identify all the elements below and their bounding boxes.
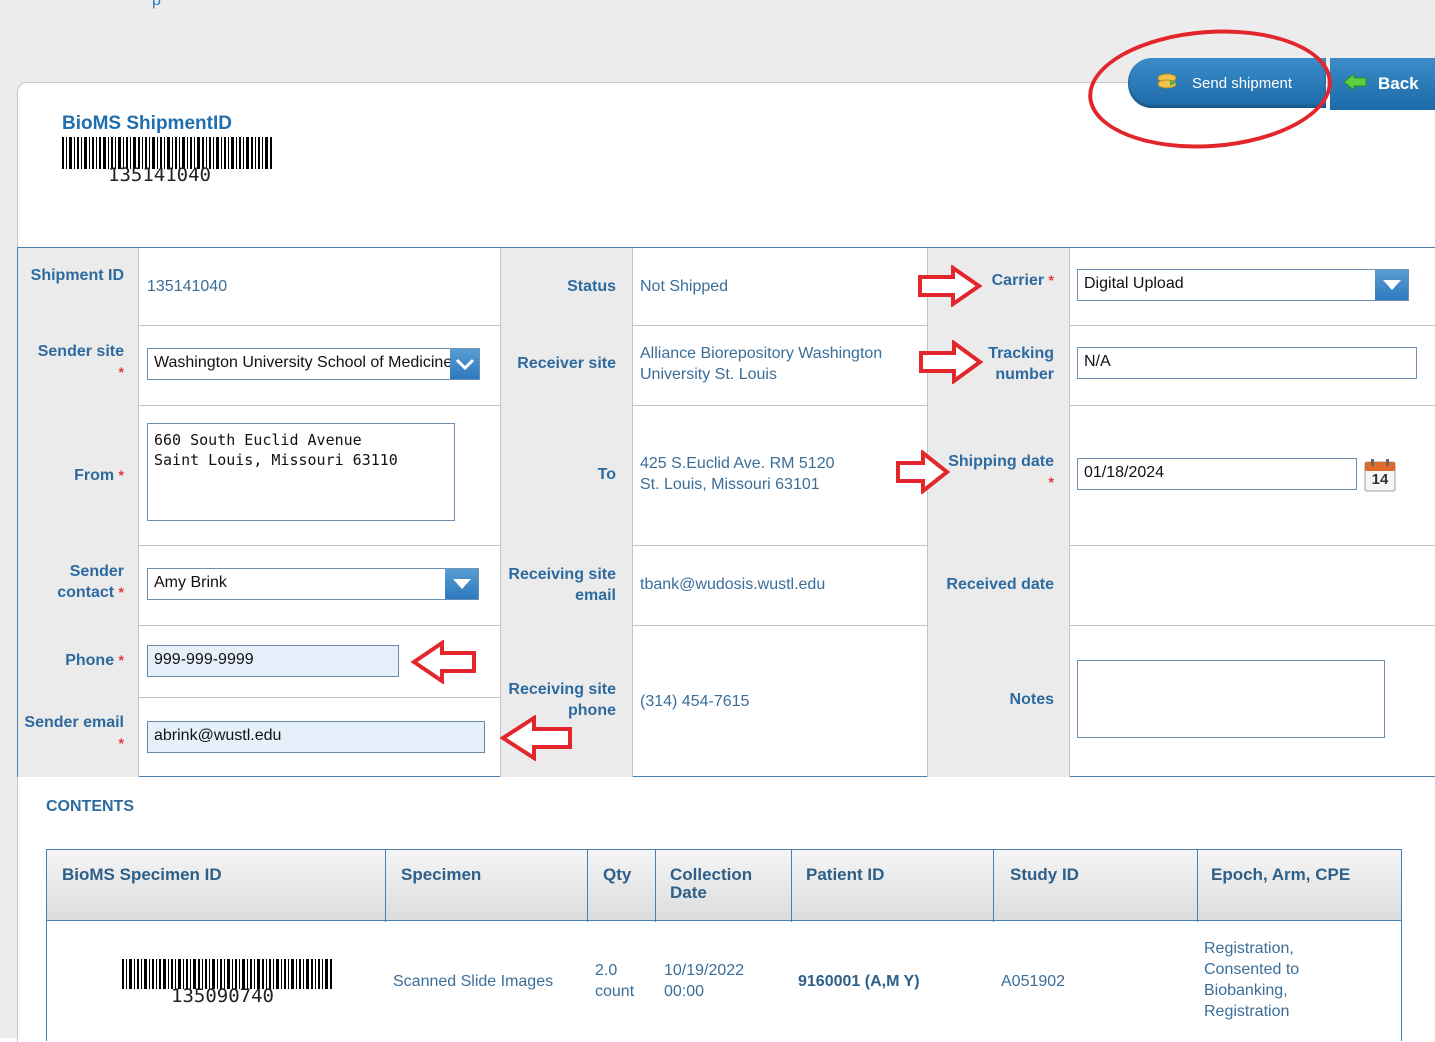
column-separator <box>791 850 792 922</box>
receiving-site-email-value: tbank@wudosis.wustl.edu <box>640 576 826 593</box>
shipment-barcode-number: 135141040 <box>108 164 211 186</box>
chevron-down-icon[interactable] <box>1375 270 1408 300</box>
table-row: 135090740 Scanned Slide Images 2.0 count … <box>46 921 1402 1041</box>
annotation-arrow-right-icon <box>919 340 984 384</box>
annotation-arrow-right-icon <box>896 450 951 494</box>
back-button[interactable]: Back <box>1330 58 1435 110</box>
grid-line <box>632 405 927 406</box>
grid-line <box>138 625 500 626</box>
grid-line <box>632 545 927 546</box>
sender-contact-label: Sender contact * <box>57 563 124 601</box>
column-separator <box>587 850 588 922</box>
to-address-value: 425 S.Euclid Ave. RM 5120 St. Louis, Miss… <box>640 455 835 493</box>
grid-line <box>138 325 500 326</box>
to-label: To <box>597 466 616 483</box>
column-header[interactable]: Epoch, Arm, CPE <box>1211 866 1350 884</box>
specimen-cell[interactable]: Scanned Slide Images <box>393 971 553 992</box>
annotation-arrow-left-icon <box>499 715 572 761</box>
from-address-textarea[interactable]: 660 South Euclid Avenue Saint Louis, Mis… <box>147 423 455 521</box>
sender-contact-select[interactable]: Amy Brink <box>147 568 479 600</box>
top-text: p <box>152 0 161 9</box>
column-separator <box>385 850 386 922</box>
shipping-date-input[interactable]: 01/18/2024 <box>1077 458 1357 490</box>
calendar-day: 14 <box>1371 471 1389 488</box>
receiver-site-value: Alliance Biorepository Washington Univer… <box>640 345 883 383</box>
column-separator <box>993 850 994 922</box>
shipment-id-value: 135141040 <box>147 278 228 295</box>
grid-line <box>138 697 500 698</box>
notes-textarea[interactable] <box>1077 660 1385 738</box>
grid-line <box>138 405 500 406</box>
notes-label: Notes <box>1009 691 1054 708</box>
grid-line <box>1069 405 1435 406</box>
grid-line <box>500 248 501 777</box>
grid-line <box>1069 625 1435 626</box>
tracking-number-input[interactable]: N/A <box>1077 347 1417 379</box>
column-header[interactable]: Collection Date <box>670 866 770 902</box>
carrier-select[interactable]: Digital Upload <box>1077 269 1409 301</box>
status-value: Not Shipped <box>640 278 729 295</box>
receiving-site-phone-value: (314) 454-7615 <box>640 693 750 710</box>
column-header[interactable]: Specimen <box>401 866 481 884</box>
qty-cell: 2.0 count <box>595 962 635 1000</box>
specimen-barcode-number: 135090740 <box>171 985 274 1007</box>
receiving-site-email-label: Receiving site email <box>508 566 616 604</box>
grid-line <box>1069 248 1070 777</box>
patient-id-cell[interactable]: 9160001 (A,M Y) <box>798 971 920 992</box>
annotation-arrow-right-icon <box>918 265 983 307</box>
grid-line <box>138 545 500 546</box>
chevron-down-icon[interactable] <box>445 569 478 599</box>
column-header[interactable]: Qty <box>603 866 631 884</box>
phone-label: Phone * <box>65 652 124 669</box>
grid-line <box>1069 545 1435 546</box>
sender-email-input[interactable]: abrink@wustl.edu <box>147 721 485 753</box>
receiver-site-label: Receiver site <box>517 355 616 372</box>
annotation-arrow-left-icon <box>410 640 476 684</box>
sender-site-label: Sender site * <box>37 343 124 380</box>
shipment-id-title: BioMS ShipmentID <box>62 113 232 134</box>
back-label: Back <box>1378 74 1419 93</box>
collection-date-cell: 10/19/2022 00:00 <box>664 962 745 1000</box>
shipment-id-label: Shipment ID <box>30 267 124 284</box>
received-date-label: Received date <box>946 576 1054 593</box>
column-separator <box>655 850 656 922</box>
sender-email-label: Sender email * <box>24 714 124 751</box>
column-header[interactable]: Patient ID <box>806 866 884 884</box>
grid-line <box>1069 325 1435 326</box>
phone-input[interactable]: 999-999-9999 <box>147 645 399 677</box>
back-arrow-icon <box>1342 72 1368 97</box>
status-label: Status <box>567 278 616 295</box>
calendar-icon[interactable]: 14 <box>1364 458 1396 492</box>
from-label: From * <box>74 467 124 484</box>
shipment-form: Shipment ID Sender site * From * Sender c… <box>17 247 1435 777</box>
contents-title: CONTENTS <box>46 798 134 815</box>
column-header[interactable]: Study ID <box>1010 866 1079 884</box>
grid-line <box>632 625 927 626</box>
study-id-cell: A051902 <box>1001 973 1066 990</box>
column-separator <box>1197 850 1198 922</box>
contents-table-header: BioMS Specimen ID Specimen Qty Collectio… <box>46 849 1402 922</box>
grid-line <box>632 325 927 326</box>
sender-site-select[interactable]: Washington University School of Medicine… <box>147 348 480 380</box>
grid-line <box>927 248 928 777</box>
chevron-down-icon[interactable] <box>450 349 479 379</box>
label-column-1 <box>18 248 138 777</box>
epoch-arm-cpe-cell: Registration, Consented to Biobanking, R… <box>1204 940 1300 1020</box>
grid-line <box>632 248 633 777</box>
column-header[interactable]: BioMS Specimen ID <box>62 866 222 884</box>
